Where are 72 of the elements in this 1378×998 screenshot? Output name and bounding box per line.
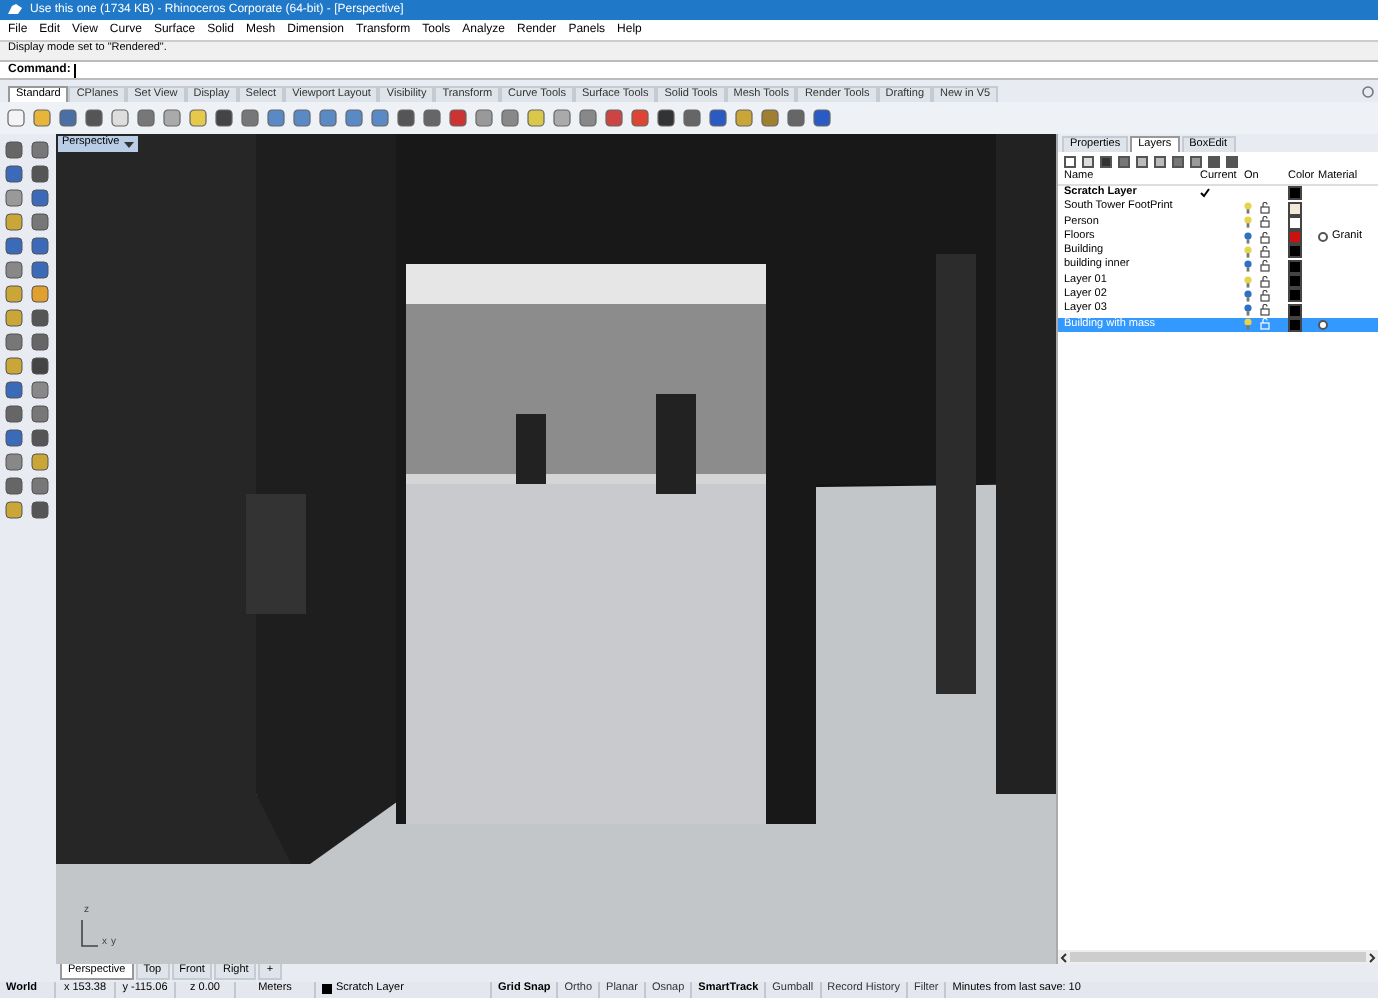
tool-icon[interactable] [786, 108, 806, 129]
tool-icon[interactable] [4, 476, 24, 497]
tool-icon[interactable] [84, 108, 104, 129]
tool-icon[interactable] [30, 260, 50, 281]
scroll-left-icon[interactable] [1058, 951, 1070, 964]
tool-icon[interactable] [396, 108, 416, 129]
tool-icon[interactable] [4, 140, 24, 161]
tool-icon[interactable] [30, 428, 50, 449]
padlock-icon[interactable] [1260, 245, 1270, 258]
tool-icon[interactable] [708, 108, 728, 129]
lightbulb-icon[interactable] [1244, 216, 1252, 229]
lightbulb-icon[interactable] [1244, 304, 1252, 317]
lightbulb-icon[interactable] [1244, 289, 1252, 302]
padlock-icon[interactable] [1260, 216, 1270, 229]
tool-icon[interactable] [30, 332, 50, 353]
tool-icon[interactable] [58, 108, 78, 129]
lightbulb-icon[interactable] [1244, 231, 1252, 244]
padlock-icon[interactable] [1260, 260, 1270, 273]
tool-icon[interactable] [30, 212, 50, 233]
tool-icon[interactable] [30, 500, 50, 521]
lightbulb-icon[interactable] [1244, 275, 1252, 288]
tool-icon[interactable] [4, 404, 24, 425]
layer-color-swatch[interactable] [1290, 276, 1300, 287]
padlock-icon[interactable] [1260, 289, 1270, 302]
scroll-right-icon[interactable] [1366, 951, 1378, 964]
lightbulb-icon[interactable] [1244, 260, 1252, 273]
tool-icon[interactable] [604, 108, 624, 129]
rhino-app-icon [8, 2, 22, 17]
padlock-icon[interactable] [1260, 202, 1270, 215]
lightbulb-icon[interactable] [1244, 245, 1252, 258]
layer-color-swatch[interactable] [1290, 319, 1300, 330]
lightbulb-icon[interactable] [1244, 318, 1252, 331]
layer-color-swatch[interactable] [1290, 203, 1300, 214]
tool-icon[interactable] [4, 332, 24, 353]
tool-icon[interactable] [30, 236, 50, 257]
tool-icon[interactable] [448, 108, 468, 129]
layer-color-swatch[interactable] [1290, 188, 1300, 199]
tool-icon[interactable] [4, 164, 24, 185]
tool-icon[interactable] [656, 108, 676, 129]
layer-color-swatch[interactable] [1290, 290, 1300, 301]
tool-icon[interactable] [4, 260, 24, 281]
padlock-icon[interactable] [1260, 304, 1270, 317]
tool-icon[interactable] [4, 236, 24, 257]
lightbulb-icon[interactable] [1244, 202, 1252, 215]
tool-icon[interactable] [682, 108, 702, 129]
layer-color-swatch[interactable] [1290, 246, 1300, 257]
tool-icon[interactable] [30, 140, 50, 161]
tool-icon[interactable] [4, 428, 24, 449]
layer-color-swatch[interactable] [1290, 261, 1300, 272]
tool-icon[interactable] [214, 108, 234, 129]
tool-icon[interactable] [812, 108, 832, 129]
tool-icon[interactable] [30, 476, 50, 497]
axis-icon [80, 920, 98, 949]
tool-icon[interactable] [30, 404, 50, 425]
tool-icon[interactable] [30, 380, 50, 401]
padlock-icon[interactable] [1260, 231, 1270, 244]
layer-color-swatch[interactable] [1290, 305, 1300, 316]
padlock-icon[interactable] [1260, 275, 1270, 288]
scrollbar-thumb[interactable] [1070, 952, 1366, 963]
settings-icon[interactable] [1362, 86, 1374, 99]
tool-icon[interactable] [30, 188, 50, 209]
tool-icon[interactable] [4, 380, 24, 401]
tool-icon[interactable] [4, 452, 24, 473]
tool-icon[interactable] [30, 356, 50, 377]
tool-icon[interactable] [30, 308, 50, 329]
layer-color-swatch [322, 984, 332, 995]
layer-color-swatch[interactable] [1290, 232, 1300, 243]
tool-icon[interactable] [630, 108, 650, 129]
tool-icon[interactable] [422, 108, 442, 129]
caret-icon [123, 139, 134, 150]
tool-icon[interactable] [30, 164, 50, 185]
layer-color-swatch[interactable] [1290, 217, 1300, 228]
